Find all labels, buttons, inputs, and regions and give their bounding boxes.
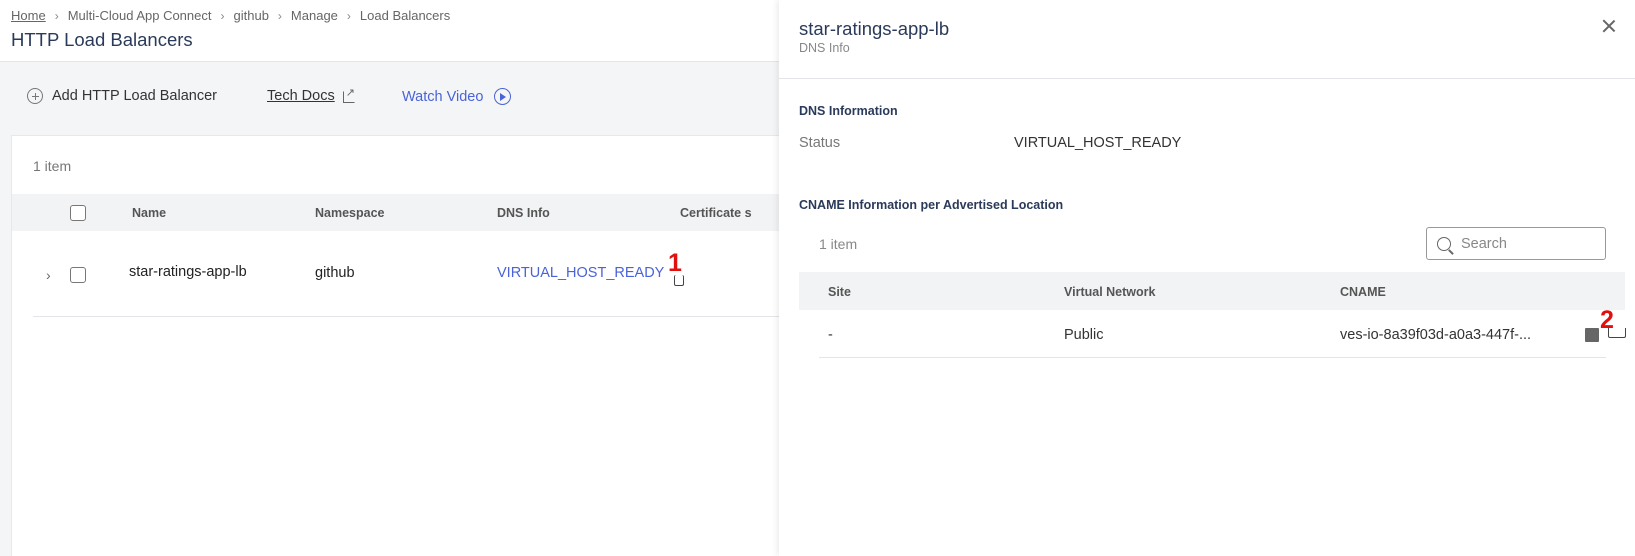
chevron-right-icon: › bbox=[277, 8, 282, 23]
page-title: HTTP Load Balancers bbox=[11, 29, 193, 50]
copy-icon[interactable] bbox=[1582, 328, 1599, 343]
chevron-right-icon: › bbox=[54, 8, 59, 23]
dns-information-heading: DNS Information bbox=[799, 104, 898, 118]
toolbar: Add HTTP Load Balancer Tech Docs Watch V… bbox=[0, 62, 780, 136]
page-header: Home › Multi-Cloud App Connect › github … bbox=[0, 0, 780, 62]
breadcrumb: Home › Multi-Cloud App Connect › github … bbox=[11, 8, 450, 23]
tech-docs-label: Tech Docs bbox=[267, 88, 335, 104]
panel-title: star-ratings-app-lb bbox=[799, 18, 950, 39]
divider bbox=[779, 78, 1635, 79]
search-field[interactable] bbox=[1426, 227, 1606, 260]
search-input[interactable] bbox=[1461, 235, 1591, 252]
row-virtual-network: Public bbox=[1064, 327, 1104, 343]
column-header-namespace[interactable]: Namespace bbox=[315, 206, 385, 220]
add-button-label: Add HTTP Load Balancer bbox=[52, 88, 217, 104]
column-header-name[interactable]: Name bbox=[132, 206, 166, 220]
status-value: VIRTUAL_HOST_READY bbox=[1014, 135, 1182, 151]
table-row: - Public ves-io-8a39f03d-a0a3-447f-... bbox=[819, 310, 1606, 358]
load-balancer-table-card: 1 item Name Namespace DNS Info Certifica… bbox=[11, 135, 781, 556]
dns-info-panel: star-ratings-app-lb DNS Info DNS Informa… bbox=[779, 0, 1635, 556]
row-namespace: github bbox=[315, 265, 355, 281]
watch-video-label: Watch Video bbox=[402, 88, 484, 105]
cname-information-heading: CNAME Information per Advertised Locatio… bbox=[799, 198, 1064, 212]
panel-subtitle: DNS Info bbox=[799, 41, 850, 55]
search-icon bbox=[1437, 236, 1451, 251]
item-count: 1 item bbox=[33, 158, 72, 174]
column-header-site[interactable]: Site bbox=[828, 285, 851, 299]
row-site: - bbox=[828, 327, 833, 343]
chevron-right-icon: › bbox=[346, 8, 351, 23]
row-checkbox[interactable] bbox=[70, 267, 86, 283]
annotation-marker-1: 1 bbox=[668, 249, 682, 277]
plus-circle-icon bbox=[27, 88, 43, 104]
copy-icon[interactable] bbox=[674, 275, 684, 286]
play-circle-icon bbox=[494, 88, 512, 105]
row-dns-info-link[interactable]: VIRTUAL_HOST_READY bbox=[497, 265, 664, 281]
column-header-cname[interactable]: CNAME bbox=[1340, 285, 1386, 299]
cname-item-count: 1 item bbox=[819, 236, 858, 252]
select-all-checkbox[interactable] bbox=[70, 205, 86, 221]
column-header-certificate[interactable]: Certificate s bbox=[680, 206, 752, 220]
external-link-icon bbox=[342, 86, 356, 103]
chevron-right-icon: › bbox=[220, 8, 225, 23]
column-header-dns-info[interactable]: DNS Info bbox=[497, 206, 550, 220]
expand-row-chevron-icon[interactable]: › bbox=[46, 267, 51, 283]
breadcrumb-manage[interactable]: Manage bbox=[291, 8, 338, 23]
close-icon[interactable] bbox=[1601, 18, 1617, 34]
row-name: star-ratings-app-lb bbox=[129, 264, 247, 280]
row-cname: ves-io-8a39f03d-a0a3-447f-... bbox=[1340, 327, 1532, 343]
tech-docs-link[interactable]: Tech Docs bbox=[267, 86, 356, 105]
breadcrumb-load-balancers: Load Balancers bbox=[359, 8, 451, 23]
breadcrumb-home[interactable]: Home bbox=[11, 8, 46, 23]
breadcrumb-namespace[interactable]: github bbox=[234, 8, 269, 23]
table-row: › star-ratings-app-lb github VIRTUAL_HOS… bbox=[33, 231, 781, 317]
main-area: Home › Multi-Cloud App Connect › github … bbox=[0, 0, 781, 556]
column-header-virtual-network[interactable]: Virtual Network bbox=[1064, 285, 1155, 299]
table-header: Name Namespace DNS Info Certificate s bbox=[12, 194, 781, 231]
cname-table-header: Site Virtual Network CNAME bbox=[799, 272, 1625, 310]
status-label: Status bbox=[799, 135, 841, 151]
breadcrumb-multi-cloud[interactable]: Multi-Cloud App Connect bbox=[68, 8, 212, 23]
copy-icon[interactable] bbox=[1608, 328, 1626, 338]
watch-video-link[interactable]: Watch Video bbox=[402, 88, 512, 105]
add-http-load-balancer-button[interactable]: Add HTTP Load Balancer bbox=[27, 88, 217, 104]
